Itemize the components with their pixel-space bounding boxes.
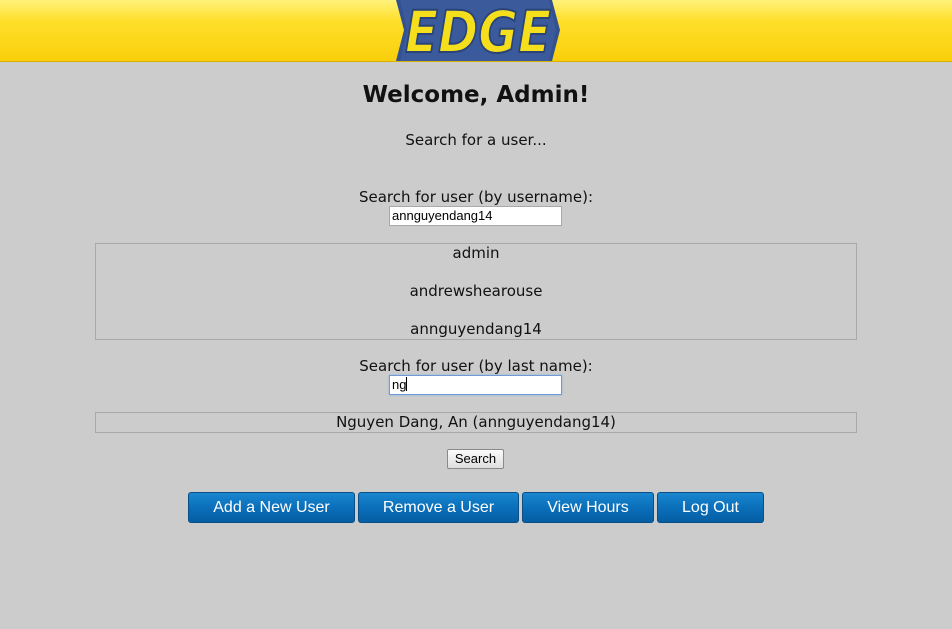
site-header: EDGE bbox=[0, 0, 952, 62]
list-item[interactable]: annguyendang14 bbox=[96, 320, 856, 339]
add-user-button[interactable]: Add a New User bbox=[188, 492, 355, 523]
lastname-search-input[interactable]: ng bbox=[389, 375, 562, 395]
lastname-input-value: ng bbox=[392, 377, 407, 392]
lastname-results-list[interactable]: Nguyen Dang, An (annguyendang14) bbox=[95, 412, 857, 433]
view-hours-button[interactable]: View Hours bbox=[522, 492, 654, 523]
list-item[interactable]: Nguyen Dang, An (annguyendang14) bbox=[96, 413, 856, 432]
username-search-input[interactable]: annguyendang14 bbox=[389, 206, 562, 226]
page-title: Welcome, Admin! bbox=[362, 82, 590, 108]
remove-user-button[interactable]: Remove a User bbox=[358, 492, 519, 523]
username-results-list[interactable]: admin andrewshearouse annguyendang14 bbox=[95, 243, 857, 340]
text-caret bbox=[406, 377, 408, 391]
search-instructions: Search for a user... bbox=[405, 131, 547, 149]
lastname-search-label: Search for user (by last name): bbox=[359, 357, 593, 375]
list-item[interactable]: admin bbox=[96, 244, 856, 263]
edge-logo[interactable]: EDGE bbox=[392, 0, 562, 61]
list-item[interactable]: andrewshearouse bbox=[96, 282, 856, 301]
log-out-button[interactable]: Log Out bbox=[657, 492, 764, 523]
username-search-label: Search for user (by username): bbox=[358, 188, 594, 206]
search-button[interactable]: Search bbox=[447, 449, 504, 469]
svg-text:EDGE: EDGE bbox=[405, 0, 551, 61]
